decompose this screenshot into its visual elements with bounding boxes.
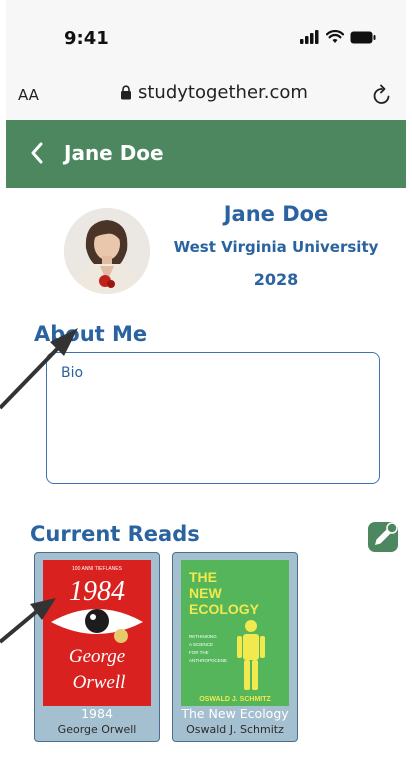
status-bar: 9:41: [6, 0, 406, 72]
book-author: Oswald J. Schmitz: [186, 723, 284, 736]
cover-author-line1: George: [69, 646, 125, 667]
browser-address-bar: AA studytogether.com: [6, 72, 406, 121]
cover-subtitle-line3: FOR THE: [189, 650, 209, 655]
reload-icon[interactable]: [372, 84, 392, 106]
nav-title: Jane Doe: [64, 141, 164, 165]
cover-title-line1: THE: [189, 569, 217, 585]
cover-title-line2: NEW: [189, 585, 222, 601]
cover-subtitle-line2: A SCIENCE: [189, 642, 213, 647]
cover-subtitle-line4: ANTHROPOCENE: [189, 658, 227, 663]
status-time: 9:41: [64, 28, 109, 49]
about-heading: About Me: [34, 322, 148, 346]
book-cover-new-ecology: THE NEW ECOLOGY RETHINKING A SCIENCE FOR…: [181, 560, 289, 706]
profile-name: Jane Doe: [223, 202, 329, 226]
avatar-photo: [64, 208, 150, 294]
book-cover-1984: 100 ANNI TIEFLANES 1984 George Orwell: [43, 560, 151, 706]
bio-placeholder: Bio: [61, 365, 84, 381]
cover-title-line3: ECOLOGY: [189, 601, 260, 617]
battery-icon: [350, 31, 376, 43]
text-size-button[interactable]: AA: [18, 86, 39, 104]
book-title: The New Ecology: [181, 706, 289, 721]
lock-icon: [121, 85, 131, 100]
status-icons: [300, 30, 376, 44]
profile-year: 2028: [253, 270, 299, 289]
current-reads-heading: Current Reads: [30, 522, 200, 546]
book-card[interactable]: THE NEW ECOLOGY RETHINKING A SCIENCE FOR…: [172, 552, 298, 742]
cover-subtitle-line1: RETHINKING: [189, 634, 217, 639]
nav-bar: Jane Doe: [6, 120, 406, 188]
bio-textarea[interactable]: Bio: [46, 352, 380, 484]
back-chevron-icon[interactable]: [30, 142, 44, 164]
book-title: 1984: [81, 706, 113, 721]
url-text: studytogether.com: [138, 82, 308, 103]
profile-university: West Virginia University: [173, 238, 379, 256]
signal-icon: [300, 30, 319, 44]
cover-author-line2: Orwell: [73, 672, 126, 693]
avatar: [64, 208, 150, 294]
cover-title-1984: 1984: [69, 576, 125, 607]
cover-author: OSWALD J. SCHMITZ: [199, 696, 271, 703]
phone-screen: 9:41 AA studytogether.com Jane Doe Jane …: [6, 0, 406, 762]
book-author: George Orwell: [57, 723, 137, 736]
cover-top-text: 100 ANNI TIEFLANES: [72, 566, 123, 572]
url-field[interactable]: studytogether.com: [120, 82, 308, 103]
edit-pencil-icon[interactable]: [368, 522, 398, 552]
book-card[interactable]: 100 ANNI TIEFLANES 1984 George Orwell 19…: [34, 552, 160, 742]
wifi-icon: [326, 30, 344, 43]
